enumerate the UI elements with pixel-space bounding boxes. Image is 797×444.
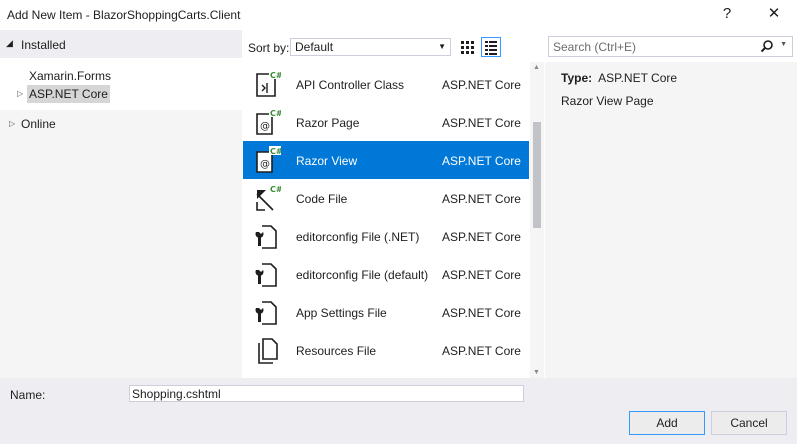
tree-item-online[interactable]: ▷ Online [9,115,56,133]
list-view-icon [485,41,497,55]
settings-file-icon [255,301,277,325]
template-item-razor-view[interactable]: C# @ Razor View ASP.NET Core [243,141,529,179]
tree-item-label: Online [21,117,56,131]
details-pane: Type: ASP.NET Core Razor View Page [545,62,797,378]
template-name: Razor View [296,154,358,168]
template-item-editorconfig-default[interactable]: editorconfig File (default) ASP.NET Core [243,255,529,293]
svg-text:@: @ [260,159,270,170]
template-type: ASP.NET Core [442,116,521,130]
template-type: ASP.NET Core [442,192,521,206]
search-input[interactable] [549,37,749,56]
tree-item-asp-net-core[interactable]: ▷ ASP.NET Core [17,85,110,103]
scroll-down-icon[interactable]: ▼ [533,369,540,376]
collapsed-arrow-icon[interactable]: ▷ [17,85,23,103]
search-options-chevron-icon[interactable]: ▼ [780,41,787,48]
sort-by-dropdown[interactable]: Default ▼ [290,38,451,56]
search-box: ▼ [548,36,793,57]
help-button[interactable]: ? [715,4,739,24]
template-item-code-file[interactable]: C# Code File ASP.NET Core [243,179,529,217]
category-tree: ◢ Installed Xamarin.Forms ▷ ASP.NET Core… [0,30,242,378]
add-button[interactable]: Add [629,411,705,435]
title-bar: Add New Item - BlazorShoppingCarts.Clien… [0,0,797,30]
editorconfig-icon [255,263,277,287]
template-item-editorconfig-net[interactable]: editorconfig File (.NET) ASP.NET Core [243,217,529,255]
resources-file-icon [258,338,278,364]
code-file-icon: C# [256,184,281,211]
template-name: editorconfig File (.NET) [296,230,420,244]
grid-view-icon [461,41,474,54]
tree-item-label: Xamarin.Forms [29,69,112,83]
svg-text:C#: C# [270,147,281,156]
installed-node[interactable]: ◢ Installed [0,30,242,58]
tree-item-label: ASP.NET Core [29,87,108,101]
close-button[interactable]: ✕ [762,4,786,24]
template-name: Razor Page [296,116,360,130]
svg-text:@: @ [260,121,270,132]
template-description: Razor View Page [561,94,654,108]
template-item-partial[interactable] [243,369,529,378]
template-name: Resources File [296,344,377,358]
chevron-down-icon: ▼ [438,42,446,51]
cancel-button[interactable]: Cancel [711,411,787,435]
svg-text:C#: C# [270,185,281,194]
template-type: ASP.NET Core [442,268,521,282]
template-type: ASP.NET Core [442,344,521,358]
editorconfig-icon [255,225,277,249]
template-type: ASP.NET Core [442,154,521,168]
template-item-app-settings-file[interactable]: App Settings File ASP.NET Core [243,293,529,331]
template-type: ASP.NET Core [442,230,521,244]
template-item-razor-page[interactable]: C# @ Razor Page ASP.NET Core [243,103,529,141]
dialog-footer: Name: Add Cancel [0,378,797,444]
template-type: ASP.NET Core [442,306,521,320]
scroll-up-icon[interactable]: ▲ [533,64,540,71]
medium-icons-view-button[interactable] [457,37,477,57]
scroll-thumb[interactable] [533,122,541,228]
template-list-scrollbar[interactable]: ▲ ▼ [530,62,544,378]
type-label: Type: [561,71,593,85]
template-item-api-controller-class[interactable]: C# API Controller Class ASP.NET Core [243,65,529,103]
search-icon[interactable] [760,39,774,53]
template-type: ASP.NET Core [442,78,521,92]
template-item-resources-file[interactable]: Resources File ASP.NET Core [243,331,529,369]
template-name: App Settings File [296,306,387,320]
sort-by-value: Default [295,40,334,54]
template-name: Code File [296,192,348,206]
type-value: ASP.NET Core [598,71,678,85]
razor-page-icon: C# @ [256,108,281,135]
expanded-arrow-icon[interactable]: ◢ [6,38,13,49]
razor-view-icon: C# @ [256,146,281,173]
name-label: Name: [10,388,46,402]
window-title: Add New Item - BlazorShoppingCarts.Clien… [7,8,241,22]
name-field[interactable] [129,385,524,402]
svg-text:C#: C# [270,109,281,118]
tree-item-xamarin-forms[interactable]: Xamarin.Forms [29,67,111,85]
template-name: API Controller Class [296,78,405,92]
type-line: Type: ASP.NET Core [561,71,677,85]
collapsed-arrow-icon[interactable]: ▷ [9,115,15,133]
template-name: editorconfig File (default) [296,268,429,282]
sort-by-label: Sort by: [248,41,290,55]
template-list: C# API Controller Class ASP.NET Core C# … [243,62,530,378]
api-controller-icon: C# [256,70,281,97]
svg-text:C#: C# [270,71,281,80]
small-icons-view-button[interactable] [481,37,501,57]
installed-label: Installed [21,38,66,52]
